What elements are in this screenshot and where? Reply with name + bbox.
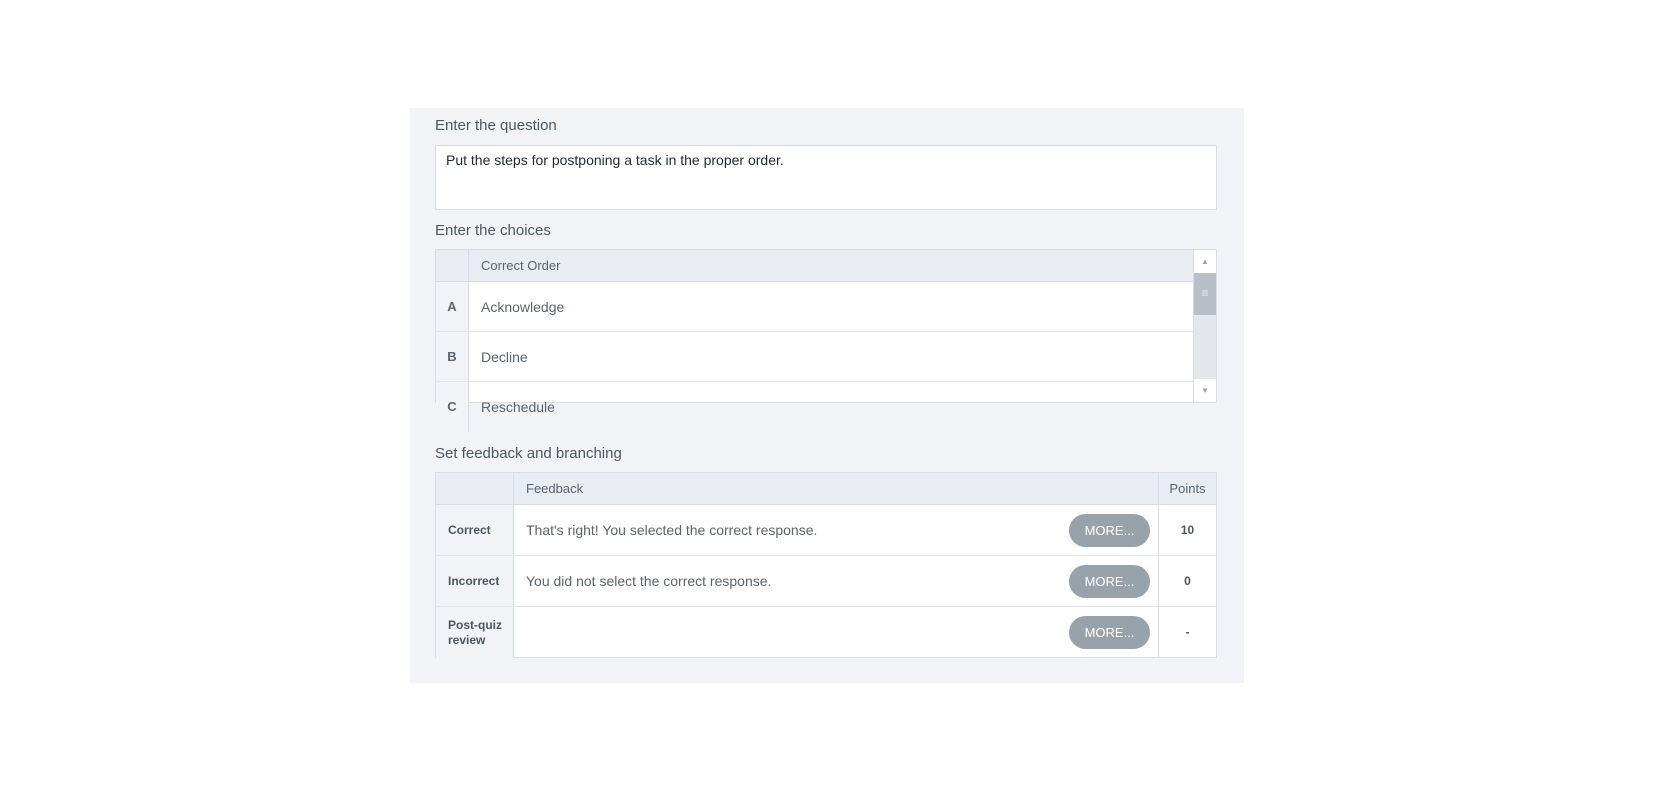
more-button[interactable]: MORE...: [1069, 565, 1150, 598]
feedback-table: Feedback Points Correct That's right! Yo…: [435, 472, 1217, 658]
feedback-section-label: Set feedback and branching: [435, 445, 622, 462]
choice-letter: A: [436, 282, 469, 331]
feedback-text[interactable]: That's right! You selected the correct r…: [514, 505, 1158, 555]
more-button[interactable]: MORE...: [1069, 514, 1150, 547]
feedback-row-incorrect: Incorrect You did not select the correct…: [436, 556, 1216, 607]
choice-row[interactable]: B Decline: [436, 332, 1193, 382]
feedback-cell[interactable]: MORE...: [514, 607, 1159, 658]
points-column-header: Points: [1169, 481, 1206, 496]
feedback-row-label: Correct: [436, 505, 514, 555]
feedback-row-label: Post-quiz review: [436, 607, 514, 658]
feedback-header-name-cell: [436, 473, 514, 504]
feedback-row-post-quiz-review: Post-quiz review MORE... -: [436, 607, 1216, 658]
choices-section-label: Enter the choices: [435, 222, 551, 239]
feedback-column-header: Feedback: [514, 473, 1159, 504]
choices-table-header: Correct Order: [436, 250, 1193, 282]
correct-order-column-header: Correct Order: [481, 258, 561, 273]
scroll-up-arrow-icon[interactable]: ▲: [1194, 250, 1216, 273]
question-text-field[interactable]: Put the steps for postponing a task in t…: [435, 145, 1217, 210]
feedback-text[interactable]: You did not select the correct response.: [514, 556, 1158, 606]
scroll-down-arrow-icon[interactable]: ▼: [1194, 379, 1216, 402]
choice-text[interactable]: Reschedule: [469, 382, 555, 432]
points-value[interactable]: 10: [1159, 505, 1216, 555]
choices-table: Correct Order A Acknowledge B Decline C …: [435, 249, 1194, 432]
choices-scrollbar[interactable]: ▲ ≡ ▼: [1194, 249, 1217, 403]
question-editor-panel: Enter the question Put the steps for pos…: [410, 108, 1244, 683]
more-button[interactable]: MORE...: [1069, 616, 1150, 649]
feedback-row-correct: Correct That's right! You selected the c…: [436, 505, 1216, 556]
feedback-cell[interactable]: You did not select the correct response.…: [514, 556, 1159, 606]
choice-row[interactable]: A Acknowledge: [436, 282, 1193, 332]
points-value[interactable]: -: [1159, 607, 1216, 658]
choice-text[interactable]: Decline: [469, 332, 528, 381]
points-value[interactable]: 0: [1159, 556, 1216, 606]
choice-letter: C: [436, 382, 469, 432]
feedback-table-header: Feedback Points: [436, 473, 1216, 505]
scrollbar-thumb[interactable]: ≡: [1194, 273, 1216, 315]
choice-letter: B: [436, 332, 469, 381]
choice-text[interactable]: Acknowledge: [469, 282, 564, 331]
feedback-row-label: Incorrect: [436, 556, 514, 606]
question-section-label: Enter the question: [435, 117, 557, 134]
choice-row[interactable]: C Reschedule: [436, 382, 1193, 432]
feedback-cell[interactable]: That's right! You selected the correct r…: [514, 505, 1159, 555]
choices-header-index-cell: [436, 250, 469, 281]
